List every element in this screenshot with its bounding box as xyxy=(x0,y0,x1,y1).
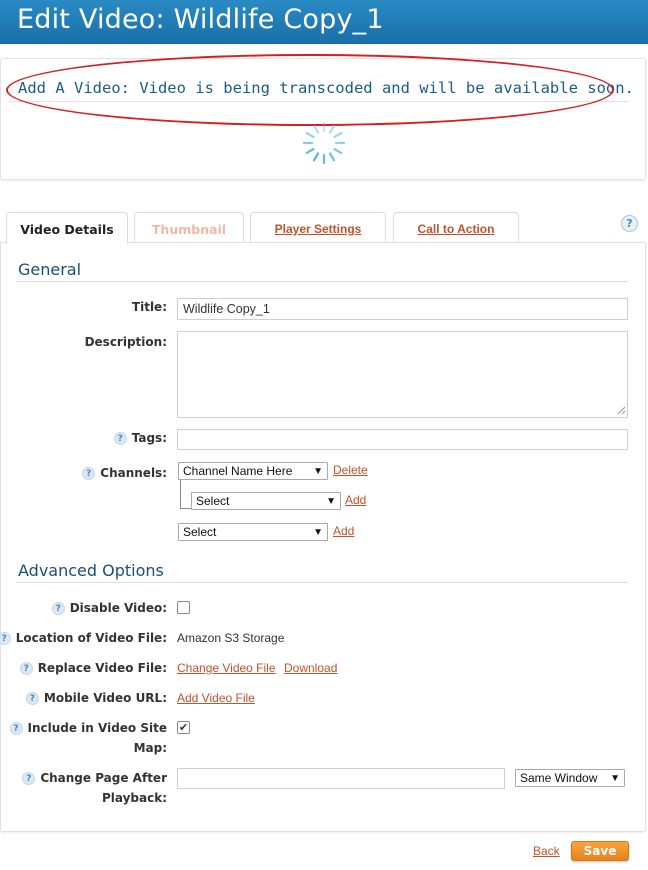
help-icon[interactable]: ? xyxy=(113,432,127,445)
loading-spinner-icon xyxy=(302,121,346,165)
section-advanced-title: Advanced Options xyxy=(18,561,164,580)
channels-label: ? Channels: xyxy=(82,466,167,480)
page-title: Edit Video: Wildlife Copy_1 xyxy=(17,4,384,35)
help-icon[interactable]: ? xyxy=(9,722,23,735)
sitemap-label: ? Include in Video Site xyxy=(9,721,167,735)
location-value: Amazon S3 Storage xyxy=(177,631,285,645)
tab-video-details[interactable]: Video Details xyxy=(6,212,128,244)
section-general-title: General xyxy=(18,260,82,279)
page-header: Edit Video: Wildlife Copy_1 xyxy=(0,0,648,44)
disable-video-label: ? Disable Video: xyxy=(51,601,167,615)
tags-input[interactable] xyxy=(177,429,628,450)
help-icon[interactable]: ? xyxy=(82,467,96,480)
resize-handle-icon[interactable] xyxy=(617,406,626,415)
back-link[interactable]: Back xyxy=(533,844,560,858)
help-icon[interactable]: ? xyxy=(19,662,33,675)
sitemap-label-line2: Map: xyxy=(133,741,167,755)
mobile-url-label: ? Mobile Video URL: xyxy=(25,691,167,705)
save-button[interactable]: Save xyxy=(571,841,629,861)
help-icon[interactable]: ? xyxy=(22,772,36,785)
channel-delete-link[interactable]: Delete xyxy=(333,463,368,477)
dropdown-arrow-icon: ▼ xyxy=(313,527,323,538)
dropdown-arrow-icon: ▼ xyxy=(313,466,323,477)
add-video-file-link[interactable]: Add Video File xyxy=(177,691,255,705)
disable-video-checkbox[interactable] xyxy=(177,601,190,614)
dropdown-arrow-icon: ▼ xyxy=(610,773,620,784)
sub-channel-add-link[interactable]: Add xyxy=(345,493,366,507)
description-textarea[interactable] xyxy=(177,331,628,418)
change-video-file-link[interactable]: Change Video File xyxy=(177,661,276,675)
replace-video-label: ? Replace Video File: xyxy=(19,661,167,675)
tab-call-to-action[interactable]: Call to Action xyxy=(393,212,519,243)
description-label: Description: xyxy=(84,335,167,349)
help-icon[interactable]: ? xyxy=(621,215,638,232)
location-label: ? Location of Video File: xyxy=(0,631,167,645)
channel-select[interactable]: Channel Name Here ▼ xyxy=(178,462,328,480)
title-label: Title: xyxy=(131,300,167,314)
change-page-url-input[interactable] xyxy=(177,768,505,789)
download-link[interactable]: Download xyxy=(284,661,337,675)
tree-connector xyxy=(180,480,181,508)
annotation-ellipse xyxy=(6,54,614,126)
sitemap-checkbox[interactable]: ✔ xyxy=(177,721,190,734)
tree-connector xyxy=(180,508,191,509)
help-icon[interactable]: ? xyxy=(0,632,11,645)
section-divider xyxy=(16,281,628,282)
add-channel-select[interactable]: Select ▼ xyxy=(178,523,328,541)
add-channel-link[interactable]: Add xyxy=(333,524,354,538)
window-select[interactable]: Same Window ▼ xyxy=(515,769,625,787)
change-page-label: ? Change Page After xyxy=(22,771,167,785)
help-icon[interactable]: ? xyxy=(25,692,39,705)
sub-channel-select[interactable]: Select ▼ xyxy=(191,492,341,510)
tab-thumbnail: Thumbnail xyxy=(134,212,244,243)
section-divider xyxy=(16,582,628,583)
title-input[interactable]: Wildlife Copy_1 xyxy=(177,298,628,320)
help-icon[interactable]: ? xyxy=(51,602,65,615)
tags-label: ? Tags: xyxy=(113,431,167,445)
change-page-label-line2: Playback: xyxy=(101,791,167,805)
dropdown-arrow-icon: ▼ xyxy=(326,496,336,507)
tab-player-settings[interactable]: Player Settings xyxy=(250,212,386,243)
